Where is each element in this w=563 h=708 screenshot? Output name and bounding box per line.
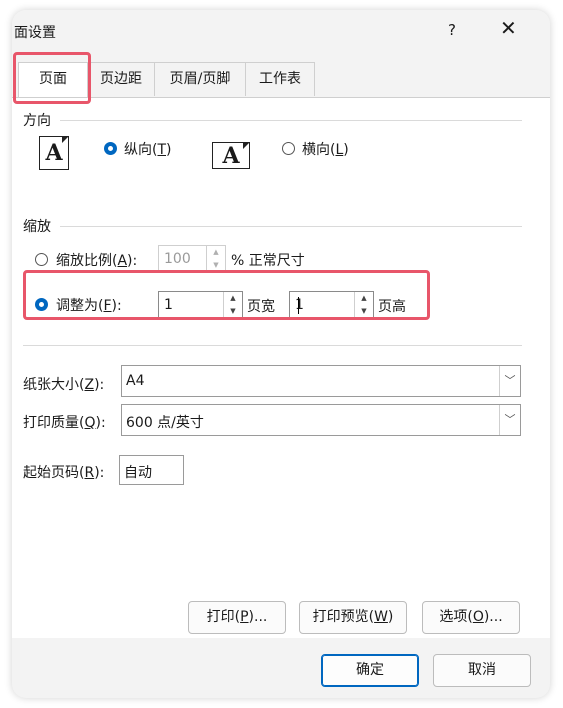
page-setup-dialog: 面设置 ? ✕ 页面 页边距 页眉/页脚 工作表 方向 A 纵向(T) A 横向… <box>12 10 550 698</box>
paper-size-label: 纸张大小(Z): <box>23 377 105 393</box>
portrait-radio-label[interactable]: 纵向(T) <box>124 139 172 159</box>
portrait-page-icon: A <box>39 136 69 170</box>
dialog-title: 面设置 <box>14 25 56 41</box>
print-button[interactable]: 打印(P)... <box>188 601 286 634</box>
print-quality-value: 600 点/英寸 <box>126 415 204 431</box>
tab-highlight-box <box>13 52 91 104</box>
cancel-button[interactable]: 取消 <box>433 654 531 687</box>
adjust-to-label[interactable]: 缩放比例(A): <box>56 250 137 270</box>
orientation-divider <box>60 120 522 121</box>
fit-to-highlight-box <box>23 270 430 320</box>
help-button[interactable]: ? <box>448 21 456 39</box>
chevron-down-icon[interactable]: ﹀ <box>499 405 520 435</box>
close-button[interactable]: ✕ <box>500 18 517 38</box>
scaling-divider <box>60 226 522 227</box>
landscape-page-icon: A <box>212 142 250 169</box>
scale-percent-value: 100 <box>164 251 191 267</box>
ok-button[interactable]: 确定 <box>321 654 419 687</box>
first-page-number-label: 起始页码(R): <box>23 465 105 481</box>
print-preview-button[interactable]: 打印预览(W) <box>299 601 407 634</box>
normal-size-label: % 正常尺寸 <box>231 253 305 269</box>
options-button[interactable]: 选项(O)... <box>422 601 520 634</box>
tab-margins[interactable]: 页边距 <box>87 62 155 96</box>
tab-header-footer[interactable]: 页眉/页脚 <box>154 62 246 96</box>
tab-sheet[interactable]: 工作表 <box>245 62 315 96</box>
print-quality-select[interactable]: 600 点/英寸 ﹀ <box>121 404 521 436</box>
print-quality-label: 打印质量(Q): <box>23 415 106 431</box>
paper-size-value: A4 <box>126 373 145 389</box>
landscape-radio[interactable] <box>282 142 295 155</box>
paper-divider <box>23 345 522 346</box>
portrait-radio[interactable] <box>104 142 117 155</box>
scaling-section-label: 缩放 <box>23 219 51 235</box>
first-page-number-input[interactable]: 自动 <box>119 455 184 485</box>
chevron-down-icon[interactable]: ﹀ <box>499 366 520 396</box>
scale-percent-spinner[interactable]: 100 ▲ ▼ <box>158 245 226 273</box>
tab-panel-page: 方向 A 纵向(T) A 横向(L) 缩放 缩放比例(A): 100 ▲ ▼ %… <box>12 97 550 638</box>
orientation-section-label: 方向 <box>23 113 51 129</box>
paper-size-select[interactable]: A4 ﹀ <box>121 365 521 397</box>
tab-bar: 页面 页边距 页眉/页脚 工作表 <box>12 62 550 98</box>
adjust-to-radio[interactable] <box>35 253 48 266</box>
title-bar: 面设置 ? ✕ <box>12 10 550 52</box>
landscape-radio-label[interactable]: 横向(L) <box>302 139 349 159</box>
spin-up-icon[interactable]: ▲ <box>207 246 225 259</box>
